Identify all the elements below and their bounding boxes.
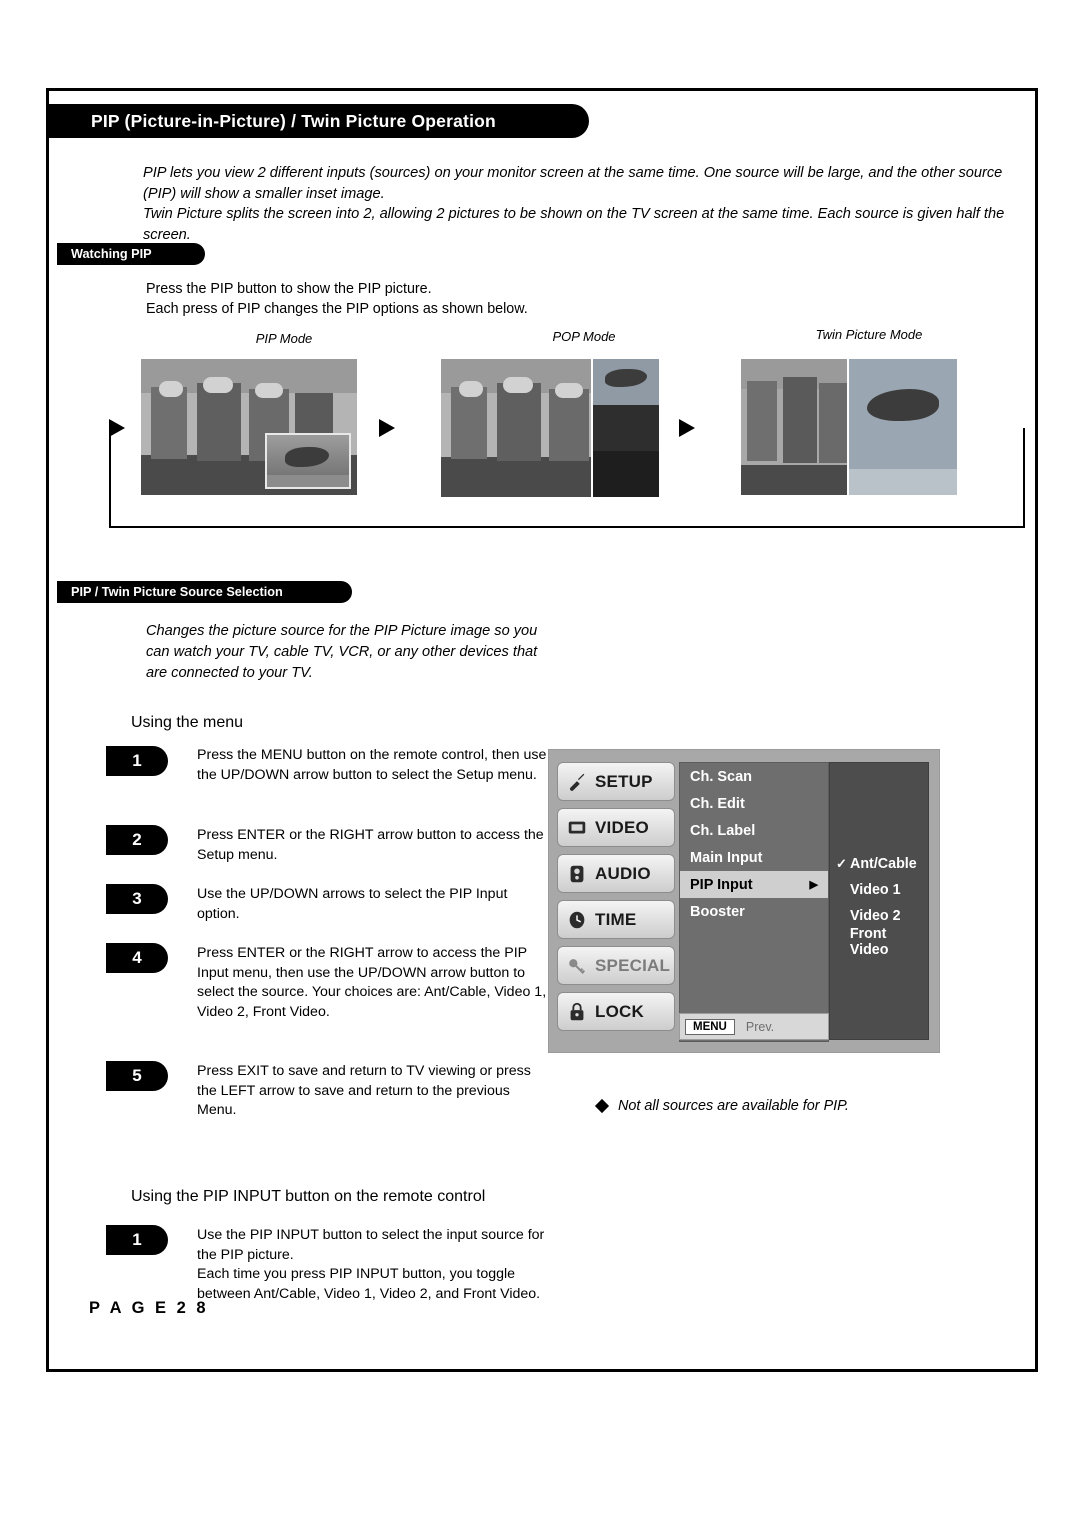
- osd-menu-special-label: SPECIAL: [595, 955, 671, 975]
- pip-availability-note-text: Not all sources are available for PIP.: [618, 1098, 849, 1114]
- osd-item-ch-edit[interactable]: Ch. Edit: [680, 790, 828, 817]
- step-text-5: Press EXIT to save and return to TV view…: [197, 1063, 531, 1119]
- clock-icon: [564, 907, 590, 933]
- step-text-4: Press ENTER or the RIGHT arrow to access…: [197, 945, 547, 1020]
- thumbnail-twin-picture-mode: [741, 359, 957, 495]
- thumbnail-pop-mode: [441, 359, 659, 497]
- osd-menu-column: SETUP VIDEO AUDIO TIME SPECIAL LOCK: [557, 762, 675, 1038]
- subhead-using-the-menu: Using the menu: [131, 714, 244, 731]
- section-tag-watching-pip: Watching PIP: [57, 243, 205, 265]
- flow-arrow-1: [379, 419, 395, 437]
- chevron-right-icon: ▶: [809, 879, 818, 891]
- osd-menu-lock-label: LOCK: [595, 1001, 644, 1021]
- check-icon: ✓: [836, 856, 847, 871]
- osd-item-pip-input[interactable]: PIP Input ▶: [680, 871, 828, 898]
- padlock-icon: [564, 999, 590, 1025]
- osd-source-front-video[interactable]: Front Video: [830, 926, 928, 958]
- watching-pip-line-1: Press the PIP button to show the PIP pic…: [146, 281, 432, 297]
- osd-menu-time-label: TIME: [595, 909, 637, 929]
- osd-item-ch-label[interactable]: Ch. Label: [680, 817, 828, 844]
- osd-source-video-2-label: Video 2: [850, 908, 901, 924]
- speaker-icon: [564, 861, 590, 887]
- page-number: P A G E 2 8: [89, 1299, 209, 1317]
- osd-submenu-column: Ch. Scan Ch. Edit Ch. Label Main Input P…: [679, 762, 829, 1042]
- osd-source-list: ✓ Ant/Cable Video 1 Video 2 Front Video: [829, 762, 929, 1040]
- step-text-2: Press ENTER or the RIGHT arrow button to…: [197, 827, 544, 863]
- osd-menu-video-label: VIDEO: [595, 817, 649, 837]
- caption-twin-picture-mode: Twin Picture Mode: [815, 327, 923, 342]
- manual-page: PIP (Picture-in-Picture) / Twin Picture …: [46, 88, 1038, 1372]
- osd-source-video-1[interactable]: Video 1: [830, 877, 928, 903]
- section-tag-source-selection: PIP / Twin Picture Source Selection: [57, 581, 352, 603]
- section-tag-source-selection-label: PIP / Twin Picture Source Selection: [71, 585, 283, 599]
- osd-source-ant-cable-label: Ant/Cable: [850, 856, 917, 872]
- osd-menu-setup[interactable]: SETUP: [557, 762, 675, 801]
- caption-pop-mode: POP Mode: [552, 329, 616, 344]
- osd-item-pip-input-label: PIP Input: [690, 876, 753, 893]
- section-tag-watching-pip-label: Watching PIP: [71, 247, 152, 261]
- thumbnail-pip-mode: [141, 359, 357, 495]
- watching-pip-line-2: Each press of PIP changes the PIP option…: [146, 301, 528, 317]
- osd-source-ant-cable[interactable]: ✓ Ant/Cable: [830, 851, 928, 877]
- osd-item-booster-label: Booster: [690, 903, 745, 920]
- osd-item-ch-label-label: Ch. Label: [690, 822, 756, 839]
- page-title: PIP (Picture-in-Picture) / Twin Picture …: [91, 110, 496, 131]
- osd-menu-time[interactable]: TIME: [557, 900, 675, 939]
- screen-icon: [564, 815, 590, 841]
- flow-arrow-loop: [109, 419, 125, 437]
- loop-line-left: [109, 428, 111, 528]
- osd-menu-audio[interactable]: AUDIO: [557, 854, 675, 893]
- intro-line-1: PIP lets you view 2 different inputs (so…: [143, 165, 1003, 202]
- osd-item-booster[interactable]: Booster: [680, 898, 828, 925]
- osd-menu-video[interactable]: VIDEO: [557, 808, 675, 847]
- page-title-bar: PIP (Picture-in-Picture) / Twin Picture …: [49, 104, 589, 138]
- osd-menu-button[interactable]: MENU: [685, 1018, 735, 1035]
- subhead-using-pip-input-button: Using the PIP INPUT button on the remote…: [131, 1188, 486, 1205]
- osd-item-main-input-label: Main Input: [690, 849, 763, 866]
- osd-menu-special[interactable]: SPECIAL: [557, 946, 675, 985]
- source-selection-description: Changes the picture source for the PIP P…: [146, 623, 538, 681]
- step-number-3: 3: [106, 884, 168, 914]
- osd-source-video-1-label: Video 1: [850, 882, 901, 898]
- remote-step-text-1: Use the PIP INPUT button to select the i…: [197, 1227, 545, 1302]
- wrench-icon: [564, 769, 590, 795]
- caption-pip-mode: PIP Mode: [255, 331, 313, 346]
- osd-item-ch-scan[interactable]: Ch. Scan: [680, 763, 828, 790]
- flow-arrow-2: [679, 419, 695, 437]
- step-text-1: Press the MENU button on the remote cont…: [197, 747, 547, 783]
- osd-item-main-input[interactable]: Main Input: [680, 844, 828, 871]
- osd-prev-label: Prev.: [745, 1019, 775, 1034]
- osd-footer-bar: MENU Prev.: [679, 1013, 829, 1040]
- osd-source-front-video-label: Front Video: [849, 926, 889, 958]
- step-number-2: 2: [106, 825, 168, 855]
- osd-menu-setup-label: SETUP: [595, 771, 653, 791]
- remote-step-number-1: 1: [106, 1225, 168, 1255]
- loop-line-right: [1023, 428, 1025, 528]
- step-text-3: Use the UP/DOWN arrows to select the PIP…: [197, 886, 508, 922]
- key-icon: [564, 953, 590, 979]
- loop-line-bottom: [109, 526, 1025, 528]
- intro-paragraph: PIP lets you view 2 different inputs (so…: [143, 163, 1013, 245]
- diamond-bullet-icon: [594, 1098, 610, 1114]
- step-number-4: 4: [106, 943, 168, 973]
- pip-availability-note: Not all sources are available for PIP.: [594, 1098, 849, 1114]
- osd-item-ch-edit-label: Ch. Edit: [690, 795, 745, 812]
- tv-osd-screenshot: SETUP VIDEO AUDIO TIME SPECIAL LOCK Ch. …: [548, 749, 940, 1053]
- osd-menu-lock[interactable]: LOCK: [557, 992, 675, 1031]
- step-number-5: 5: [106, 1061, 168, 1091]
- intro-line-2: Twin Picture splits the screen into 2, a…: [143, 206, 1005, 243]
- osd-menu-audio-label: AUDIO: [595, 863, 651, 883]
- step-number-1: 1: [106, 746, 168, 776]
- watching-pip-text: Press the PIP button to show the PIP pic…: [146, 279, 528, 319]
- osd-item-ch-scan-label: Ch. Scan: [690, 768, 753, 785]
